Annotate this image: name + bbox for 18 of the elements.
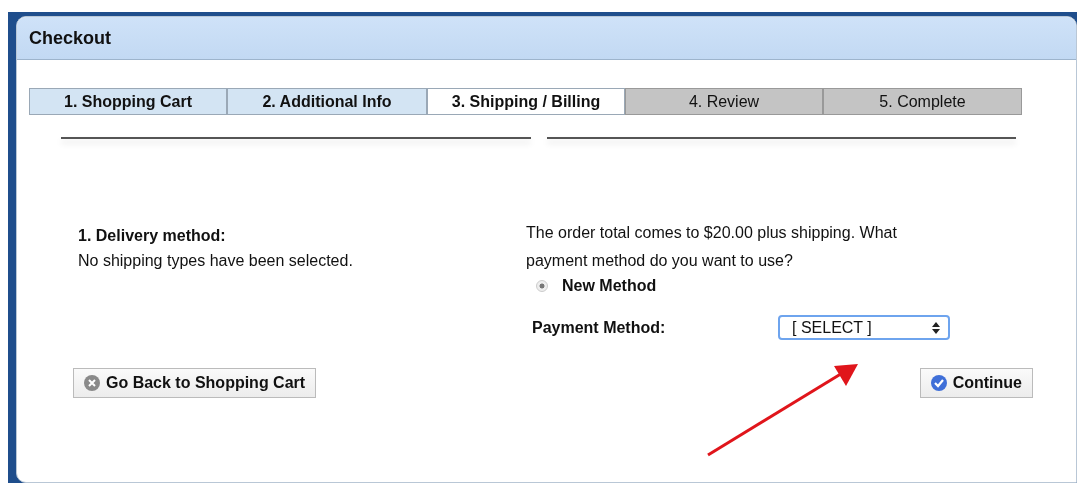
updown-arrows-icon xyxy=(932,321,940,334)
step-tab[interactable]: 3. Shipping / Billing xyxy=(427,88,625,115)
continue-button[interactable]: Continue xyxy=(919,368,1033,398)
radio-button[interactable] xyxy=(536,280,548,292)
delivery-message: No shipping types have been selected. xyxy=(78,251,354,271)
payment-select[interactable]: [ SELECT ] xyxy=(778,315,950,340)
field-label: Payment Method: xyxy=(532,318,667,337)
step-tab[interactable]: 2. Additional Info xyxy=(227,88,427,115)
step-tab[interactable]: 4. Review xyxy=(625,88,823,115)
payment-prompt: The order total comes to $20.00 plus shipping. What payment method do you want to use? xyxy=(526,223,898,271)
window-title: Checkout xyxy=(29,27,111,49)
step-tab[interactable]: 5. Complete xyxy=(823,88,1022,115)
close-icon xyxy=(84,375,100,391)
section-heading: 1. Delivery method: xyxy=(78,226,227,246)
checkmark-icon xyxy=(930,375,947,391)
radio-label[interactable]: New Method xyxy=(562,277,657,295)
back-button[interactable]: Go Back to Shopping Cart xyxy=(73,368,317,398)
step-tab[interactable]: 1. Shopping Cart xyxy=(29,88,227,115)
